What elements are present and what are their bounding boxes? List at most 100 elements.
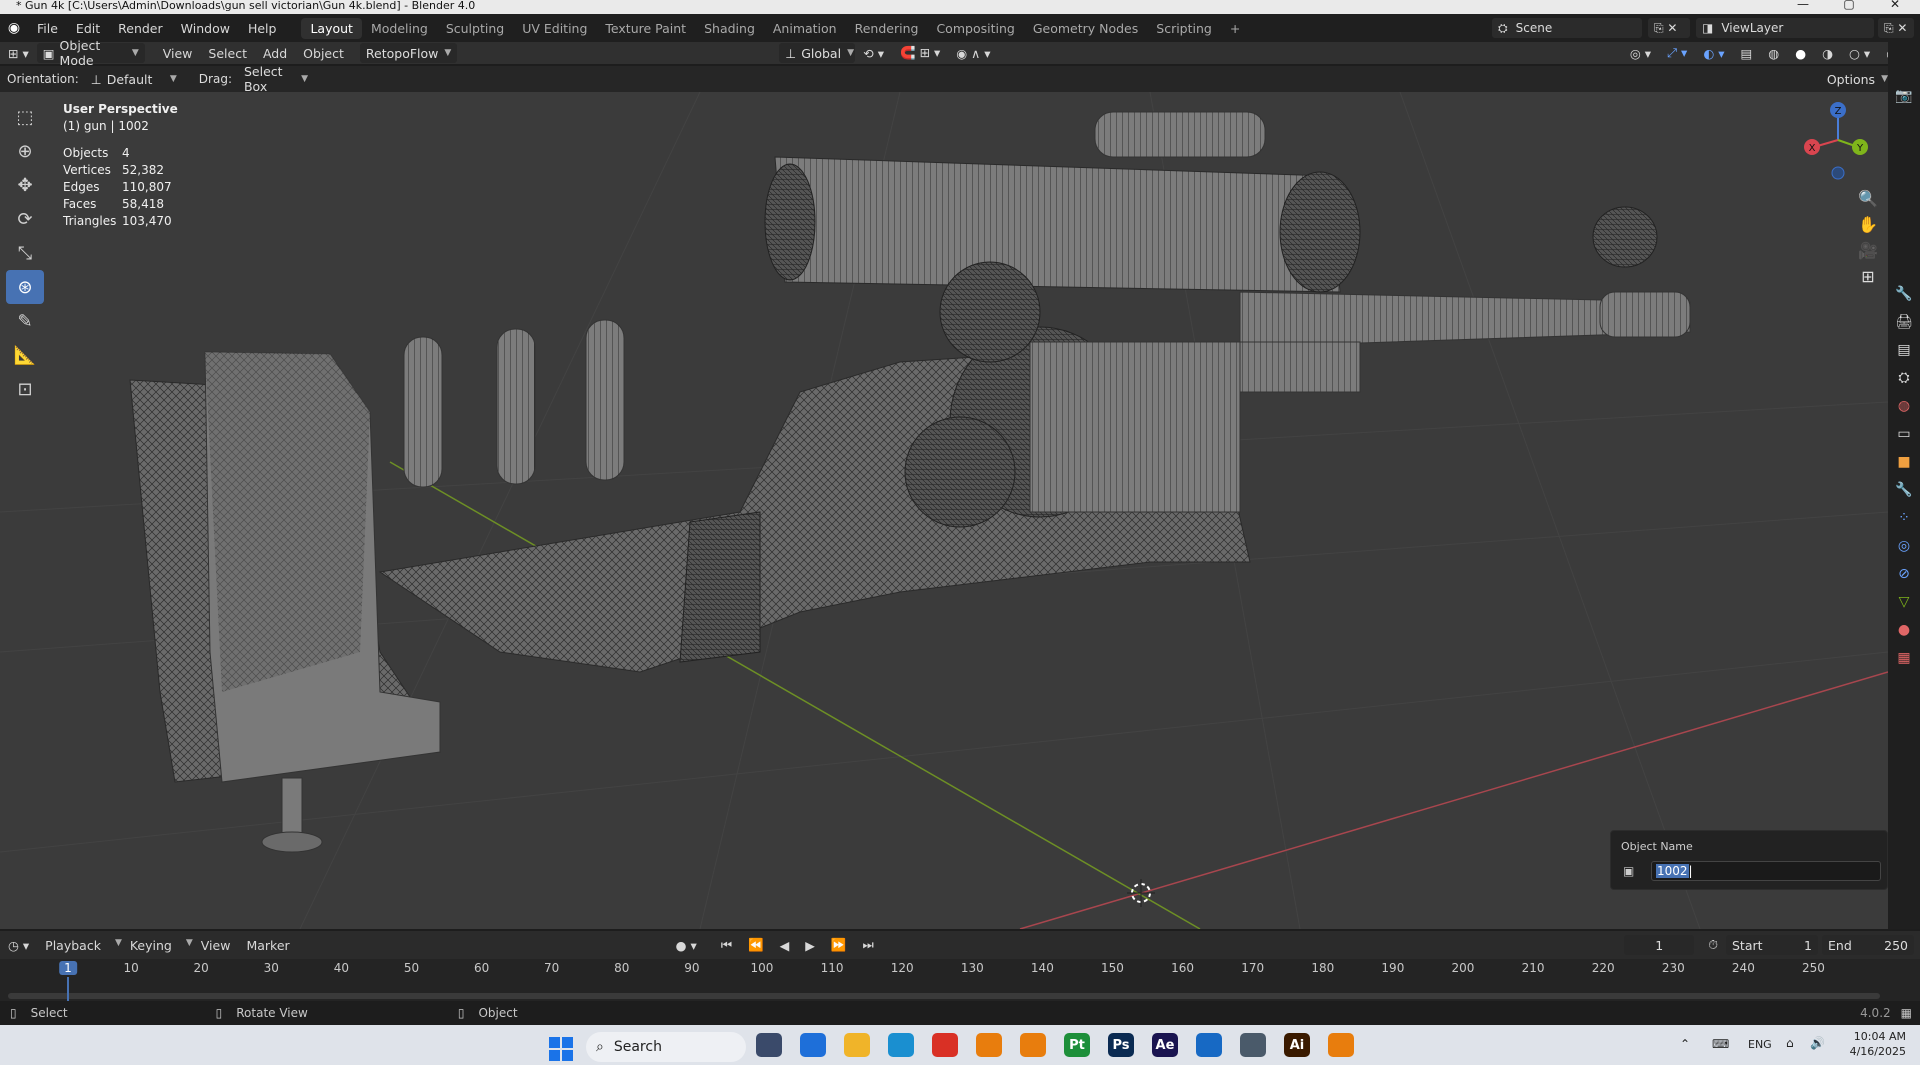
windows-start-icon[interactable] [549, 1037, 573, 1061]
camera-icon[interactable]: 🎥 [1855, 237, 1881, 263]
cursor-tool-icon[interactable]: ⊕ [6, 134, 44, 168]
tab-geometry-nodes[interactable]: Geometry Nodes [1024, 18, 1147, 39]
move-tool-icon[interactable]: ✥ [6, 168, 44, 202]
shading-wireframe-icon[interactable]: ◍ [1760, 46, 1787, 61]
keyboard-icon[interactable]: ⌨ [1712, 1037, 1729, 1051]
end-frame-field[interactable]: End 250 [1822, 935, 1914, 955]
taskbar-photoshop-icon[interactable]: Ps [1108, 1033, 1134, 1057]
shading-material-icon[interactable]: ◑ [1814, 46, 1841, 61]
start-frame-field[interactable]: Start 1 [1726, 935, 1818, 955]
mode-selector[interactable]: ▣ Object Mode ▼ [36, 38, 145, 68]
header-menu-add[interactable]: Add [255, 46, 295, 61]
clock-icon[interactable]: ⏱ [1700, 937, 1726, 953]
taskbar-edge-icon[interactable] [888, 1033, 914, 1057]
tab-scripting[interactable]: Scripting [1147, 18, 1221, 39]
menu-edit[interactable]: Edit [67, 21, 109, 36]
pivot-icon[interactable]: ⟲ ▾ [855, 46, 892, 61]
rotate-tool-icon[interactable]: ⟳ [6, 202, 44, 236]
physics-properties-icon[interactable]: ◎ [1888, 532, 1920, 560]
close-icon[interactable]: ✕ [1872, 0, 1918, 10]
tab-layout[interactable]: Layout [301, 17, 362, 39]
scene-properties-icon[interactable]: ⛭ [1888, 364, 1920, 392]
overlay-toggle-icon[interactable]: ◐ ▾ [1695, 46, 1732, 61]
taskbar-pycharm-icon[interactable]: Pt [1064, 1033, 1090, 1057]
drag-dropdown[interactable]: Select Box ▼ [237, 64, 314, 94]
menu-help[interactable]: Help [239, 21, 286, 36]
current-frame-field[interactable]: 1 [1624, 935, 1695, 955]
texture-properties-icon[interactable]: ▦ [1888, 644, 1920, 672]
taskbar-app-figure-icon[interactable] [1240, 1033, 1266, 1057]
prev-keyframe-icon[interactable]: ⏪ [740, 937, 772, 953]
add-workspace-button[interactable]: + [1221, 18, 1249, 39]
timeline-area[interactable]: 1 10 20 30 40 50 60 70 80 90 100 110 120 130 140 150 160… [0, 959, 1920, 1001]
3d-viewport[interactable] [0, 92, 1888, 929]
taskbar-blender-b-icon[interactable] [1020, 1033, 1046, 1057]
constraints-properties-icon[interactable]: ⊘ [1888, 560, 1920, 588]
pan-hand-icon[interactable]: ✋ [1855, 211, 1881, 237]
visibility-icon[interactable]: ◎ ▾ [1622, 46, 1659, 61]
gizmo-toggle-icon[interactable]: ⤢ ▾ [1659, 45, 1695, 61]
next-keyframe-icon[interactable]: ⏩ [823, 937, 855, 953]
timeline-scrollbar[interactable] [8, 993, 1880, 999]
timeline-menu-playback[interactable]: Playback [37, 938, 109, 953]
tab-shading[interactable]: Shading [695, 18, 764, 39]
tab-modeling[interactable]: Modeling [362, 18, 437, 39]
retopoflow-menu[interactable]: RetopoFlow ▼ [359, 43, 458, 63]
taskbar-store-icon[interactable] [1196, 1033, 1222, 1057]
output-properties-icon[interactable]: 🖨 [1888, 308, 1920, 336]
taskbar-chrome-icon[interactable] [932, 1033, 958, 1057]
tray-chevron-icon[interactable]: ⌃ [1680, 1037, 1690, 1051]
measure-tool-icon[interactable]: 📐 [6, 338, 44, 372]
timeline-menu-marker[interactable]: Marker [238, 938, 297, 953]
snap-icon[interactable]: 🧲 ⊞ ▾ [892, 45, 948, 61]
options-dropdown[interactable]: Options ▼ [1820, 69, 1894, 89]
record-icon[interactable]: ● ▾ [668, 938, 705, 953]
add-cube-tool-icon[interactable]: ⊡ [6, 372, 44, 406]
play-icon[interactable]: ▶ [797, 938, 823, 953]
language-indicator[interactable]: ENG [1748, 1038, 1772, 1051]
blender-logo-icon[interactable]: ◉ [0, 20, 28, 36]
timeline-editor-type-icon[interactable]: ◷ ▾ [0, 938, 37, 953]
playhead[interactable] [67, 977, 69, 1001]
editor-type-icon[interactable]: ⊞ ▾ [0, 46, 37, 61]
taskbar-search-box[interactable]: ⌕ Search [586, 1032, 746, 1062]
orientation-dropdown[interactable]: ⊥ Default ▼ [84, 69, 183, 89]
select-box-tool-icon[interactable]: ⬚ [6, 100, 44, 134]
taskbar-after-effects-icon[interactable]: Ae [1152, 1033, 1178, 1057]
taskbar-illustrator-icon[interactable]: Ai [1284, 1033, 1310, 1057]
timeline-menu-view[interactable]: View [193, 938, 239, 953]
viewport-scene[interactable] [0, 92, 1888, 929]
header-menu-select[interactable]: Select [200, 46, 255, 61]
tool-properties-icon[interactable]: 🔧 [1888, 280, 1920, 308]
navigation-gizmo[interactable]: Z X Y [1800, 100, 1880, 180]
network-icon[interactable]: ⌂ [1786, 1036, 1794, 1050]
transform-tool-icon[interactable]: ⊛ [6, 270, 44, 304]
menu-render[interactable]: Render [109, 21, 172, 36]
jump-start-icon[interactable]: ⏮ [713, 937, 740, 953]
scene-actions[interactable]: ⎘ ✕ [1648, 18, 1690, 38]
taskbar-blender-c-icon[interactable] [1328, 1033, 1354, 1057]
play-reverse-icon[interactable]: ◀ [772, 938, 798, 953]
shading-solid-icon[interactable]: ● [1787, 46, 1814, 61]
proportional-edit-icon[interactable]: ◉ ∧ ▾ [948, 46, 998, 61]
render-properties-icon[interactable]: 📷 [1888, 82, 1920, 110]
view-layer-actions[interactable]: ⎘ ✕ [1878, 18, 1914, 38]
annotate-tool-icon[interactable]: ✎ [6, 304, 44, 338]
maximize-icon[interactable]: ▢ [1826, 0, 1872, 10]
view-layer-selector[interactable]: ◨ ViewLayer [1696, 18, 1874, 38]
taskbar-blender-a-icon[interactable] [976, 1033, 1002, 1057]
data-properties-icon[interactable]: ▽ [1888, 588, 1920, 616]
grid-projection-icon[interactable]: ⊞ [1855, 263, 1881, 289]
menu-file[interactable]: File [28, 21, 67, 36]
material-properties-icon[interactable]: ● [1888, 616, 1920, 644]
taskbar-clock[interactable]: 10:04 AM 4/16/2025 [1836, 1029, 1906, 1059]
tab-compositing[interactable]: Compositing [927, 18, 1023, 39]
header-menu-view[interactable]: View [155, 46, 201, 61]
taskbar-app-blue-icon[interactable] [800, 1033, 826, 1057]
modifier-properties-icon[interactable]: 🔧 [1888, 476, 1920, 504]
scale-tool-icon[interactable]: ⤡ [6, 236, 44, 270]
particles-properties-icon[interactable]: ⁘ [1888, 504, 1920, 532]
view-layer-properties-icon[interactable]: ▤ [1888, 336, 1920, 364]
tab-rendering[interactable]: Rendering [846, 18, 928, 39]
scene-selector[interactable]: ⛭ Scene [1492, 18, 1642, 38]
